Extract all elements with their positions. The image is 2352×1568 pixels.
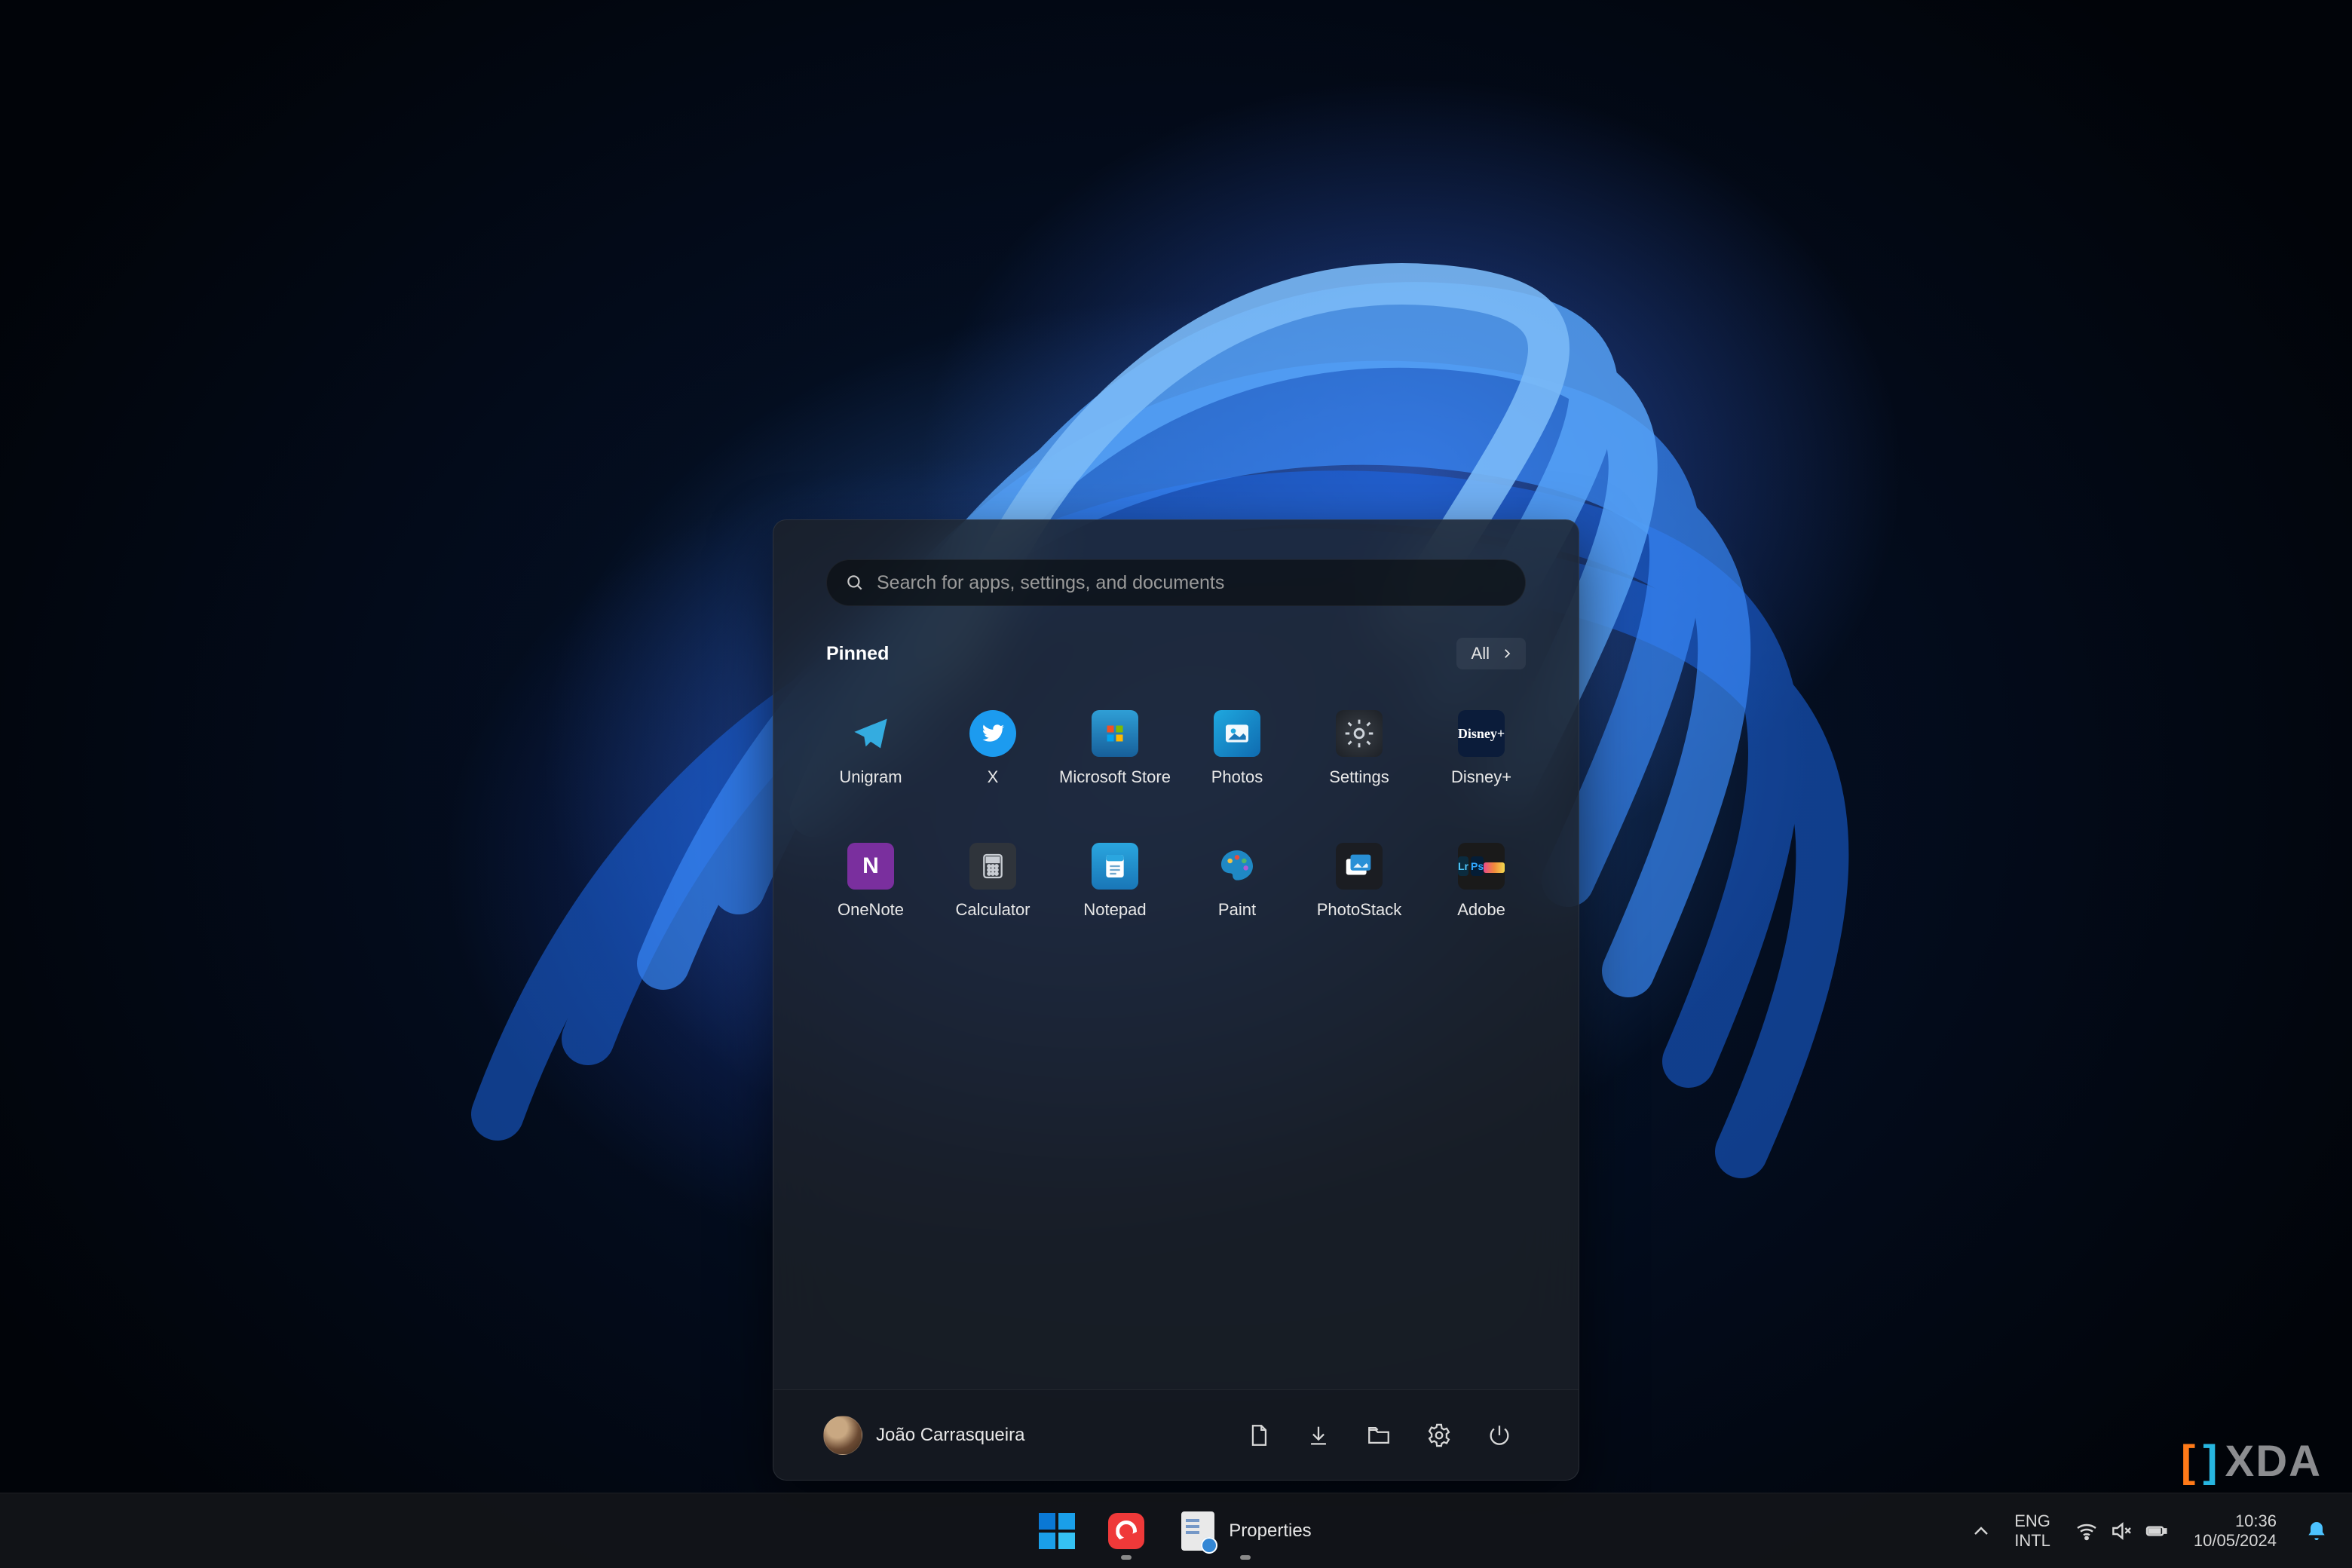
app-x[interactable]: X [932,684,1054,813]
app-label: OneNote [838,900,904,920]
xda-watermark: [ ] XDA [2181,1436,2322,1487]
chevron-right-icon [1500,647,1514,660]
wifi-icon [2075,1519,2099,1543]
app-label: PhotoStack [1317,900,1402,920]
app-photostack[interactable]: PhotoStack [1298,817,1420,945]
app-label: Notepad [1083,900,1146,920]
app-paint[interactable]: Paint [1176,817,1298,945]
language-line2: INTL [2014,1531,2050,1550]
photos-icon [1214,710,1260,757]
pinned-apps-grid: Unigram X Microsoft Store Photos Setting [810,684,1542,945]
windows-logo-icon [1038,1512,1076,1550]
app-label: Settings [1329,767,1389,787]
app-label: Adobe [1457,900,1505,920]
file-explorer-icon [1366,1423,1392,1448]
watermark-text: XDA [2225,1436,2322,1487]
power-icon [1487,1423,1512,1448]
gear-icon [1426,1423,1452,1448]
app-onenote[interactable]: N OneNote [810,817,932,945]
app-disney-plus[interactable]: Disney+ Disney+ [1420,684,1542,813]
start-button[interactable] [1024,1498,1090,1564]
app-microsoft-store[interactable]: Microsoft Store [1054,684,1176,813]
start-footer: João Carrasqueira [773,1389,1579,1480]
bell-icon [2305,1519,2329,1543]
photostack-icon [1336,843,1383,890]
language-indicator[interactable]: ENG INTL [2004,1504,2061,1557]
clock-button[interactable]: 10:36 10/05/2024 [2182,1504,2289,1557]
taskbar-center: Properties [1024,1498,1328,1564]
calculator-icon [969,843,1016,890]
app-label: Disney+ [1451,767,1511,787]
downloads-button[interactable] [1292,1409,1345,1462]
language-line1: ENG [2014,1511,2050,1530]
start-search-input[interactable] [877,572,1507,594]
all-apps-label: All [1472,644,1490,663]
x-twitter-icon [969,710,1016,757]
start-footer-icons [1232,1409,1526,1462]
app-label: Calculator [955,900,1030,920]
downloads-icon [1306,1423,1331,1448]
settings-icon [1336,710,1383,757]
adobe-folder-icon: Lr Ps [1458,843,1505,890]
bracket-left-icon: [ [2181,1436,2197,1487]
taskbar-system-tray: ENG INTL 10:36 10/05/2024 [1960,1493,2343,1568]
app-photos[interactable]: Photos [1176,684,1298,813]
app-settings[interactable]: Settings [1298,684,1420,813]
app-label: Microsoft Store [1059,767,1171,787]
vivaldi-icon [1107,1512,1145,1550]
battery-icon [2144,1519,2168,1543]
pinned-label: Pinned [826,643,889,665]
volume-muted-icon [2109,1519,2133,1543]
chevron-up-icon [1969,1519,1993,1543]
clock-time: 10:36 [2235,1511,2277,1530]
power-button[interactable] [1473,1409,1526,1462]
notifications-button[interactable] [2290,1505,2343,1557]
tray-overflow-button[interactable] [1960,1511,2002,1551]
properties-icon [1179,1512,1217,1550]
taskbar-app-vivaldi[interactable] [1093,1498,1159,1564]
clock-date: 10/05/2024 [2194,1531,2277,1550]
taskbar-app-properties[interactable]: Properties [1162,1498,1328,1564]
quick-settings-button[interactable] [2063,1511,2180,1551]
unigram-icon [847,710,894,757]
all-apps-button[interactable]: All [1456,638,1526,669]
microsoft-store-icon [1092,710,1138,757]
taskbar-item-label: Properties [1229,1521,1311,1542]
search-icon [845,573,865,593]
app-adobe[interactable]: Lr Ps Adobe [1420,817,1542,945]
app-unigram[interactable]: Unigram [810,684,932,813]
start-menu: Pinned All Unigram X Microsoft Store [773,519,1579,1481]
taskbar: Properties ENG INTL 10:36 10/05/2024 [0,1493,2352,1568]
file-explorer-button[interactable] [1352,1409,1405,1462]
onenote-icon: N [847,843,894,890]
documents-button[interactable] [1232,1409,1285,1462]
running-indicator [1240,1555,1251,1560]
paint-icon [1214,843,1260,890]
app-label: Unigram [839,767,902,787]
start-search-box[interactable] [826,559,1526,606]
settings-button[interactable] [1413,1409,1465,1462]
app-calculator[interactable]: Calculator [932,817,1054,945]
running-indicator [1121,1555,1132,1560]
app-notepad[interactable]: Notepad [1054,817,1176,945]
user-name-label: João Carrasqueira [876,1425,1024,1446]
app-label: Photos [1211,767,1263,787]
documents-icon [1245,1423,1271,1448]
bracket-right-icon: ] [2203,1436,2219,1487]
notepad-icon [1092,843,1138,890]
pinned-header: Pinned All [826,638,1526,669]
user-avatar [823,1416,862,1455]
disney-plus-icon: Disney+ [1458,710,1505,757]
app-label: X [988,767,999,787]
user-account-button[interactable]: João Carrasqueira [816,1408,1032,1462]
app-label: Paint [1218,900,1256,920]
